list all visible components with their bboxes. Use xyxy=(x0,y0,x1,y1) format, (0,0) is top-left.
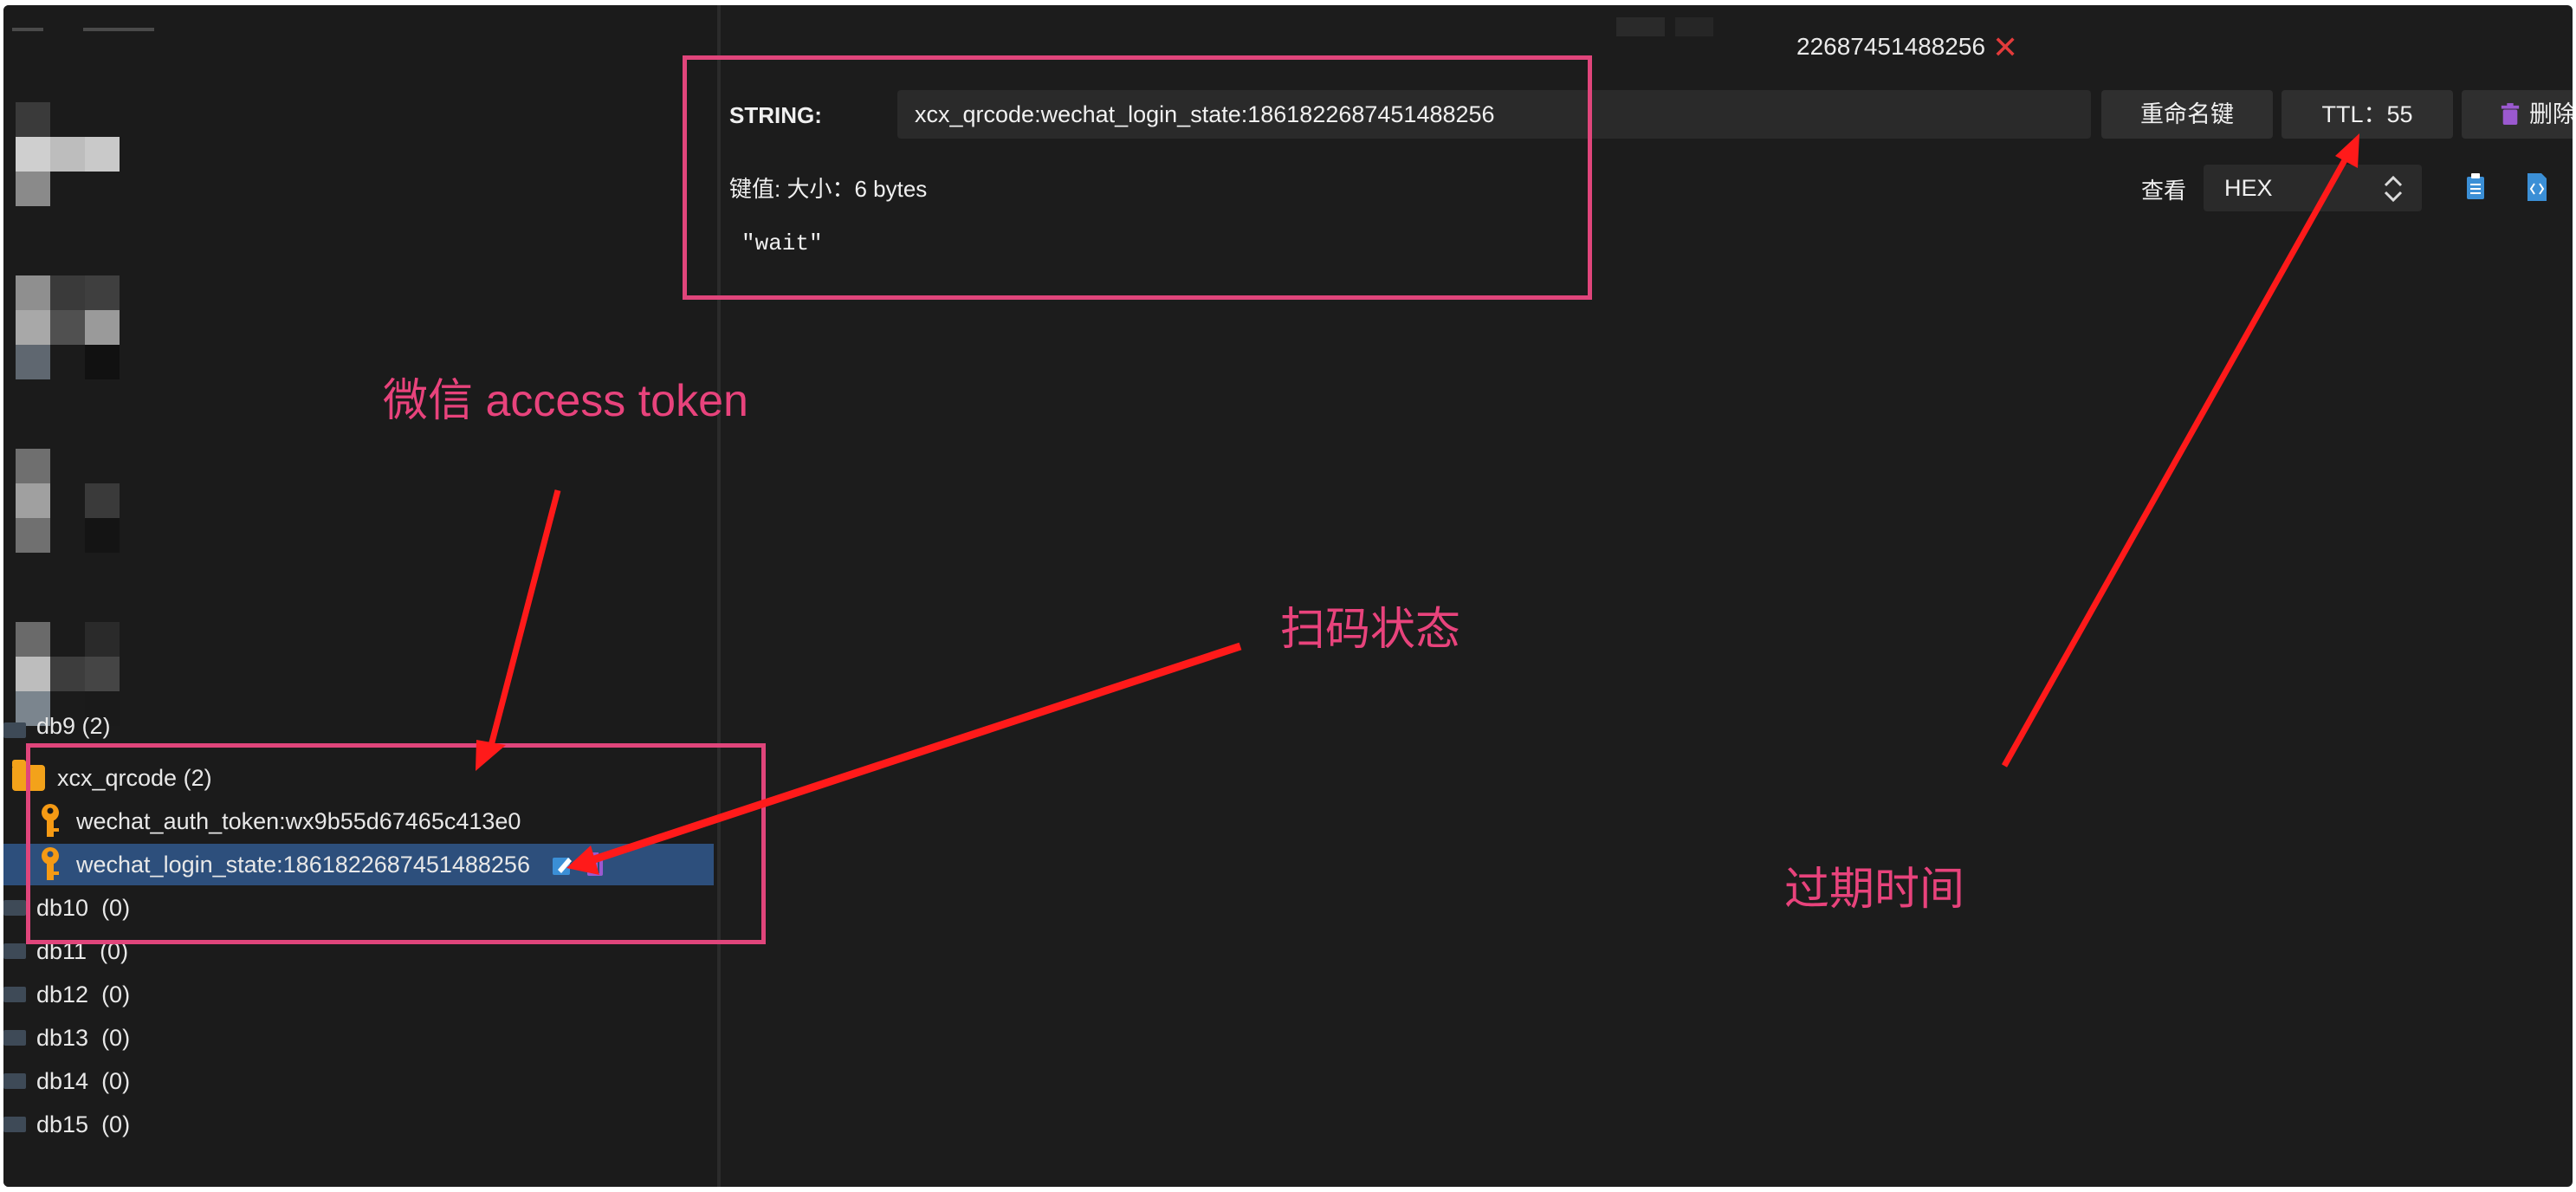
tree-db15[interactable]: db15 (0) xyxy=(3,1104,130,1145)
db-label: db9 (2) xyxy=(36,717,111,739)
db-label: db15 (0) xyxy=(36,1111,131,1137)
tree-db12[interactable]: db12 (0) xyxy=(3,974,130,1015)
delete-label: 删除 xyxy=(2529,101,2573,127)
code-icon[interactable] xyxy=(2524,172,2550,203)
highlight-box-keys xyxy=(26,743,766,944)
database-icon xyxy=(3,1117,26,1132)
database-icon xyxy=(3,943,26,959)
tab-fragment xyxy=(1675,17,1713,36)
active-tab[interactable]: 22687451488256 ✕ xyxy=(1796,29,2018,66)
delete-key-button[interactable]: 删除 xyxy=(2462,90,2573,139)
sidebar: db9 (2) xcx_qrcode (2) wechat_auth_token… xyxy=(3,5,721,1187)
tree-db9[interactable]: db9 (2) xyxy=(3,717,111,743)
database-icon xyxy=(3,1073,26,1089)
ttl-button[interactable]: TTL：55 xyxy=(2282,90,2453,139)
view-mode-value: HEX xyxy=(2224,175,2273,201)
tab-title: 22687451488256 xyxy=(1796,33,1986,60)
annotation-access-token: 微信 access token xyxy=(383,376,748,426)
db-label: db14 (0) xyxy=(36,1067,131,1094)
annotation-scan-state: 扫码状态 xyxy=(1280,605,1461,655)
database-icon xyxy=(3,987,26,1002)
database-icon xyxy=(3,1030,26,1046)
app-window: db9 (2) xcx_qrcode (2) wechat_auth_token… xyxy=(3,5,2573,1187)
chevron-updown-icon xyxy=(2384,175,2403,203)
annotation-expire-time: 过期时间 xyxy=(1784,865,1965,915)
sidebar-top-line xyxy=(83,28,154,31)
copy-icon[interactable] xyxy=(2463,172,2489,203)
tree-db14[interactable]: db14 (0) xyxy=(3,1060,130,1102)
close-icon[interactable]: ✕ xyxy=(1992,29,2018,65)
rename-key-button[interactable]: 重命名键 xyxy=(2101,90,2273,139)
db-label: db13 (0) xyxy=(36,1024,131,1051)
trash-icon xyxy=(2501,103,2520,125)
sidebar-top-line xyxy=(12,28,43,31)
view-label: 查看 xyxy=(2141,178,2187,204)
tab-fragment xyxy=(1616,17,1665,36)
database-icon xyxy=(3,900,26,916)
view-mode-select[interactable]: HEX xyxy=(2204,165,2422,211)
tree-db13[interactable]: db13 (0) xyxy=(3,1017,130,1059)
db-label: db12 (0) xyxy=(36,981,131,1007)
highlight-box-value-panel xyxy=(683,55,1592,300)
arrow-to-ttl xyxy=(2001,133,2359,768)
database-icon xyxy=(3,722,26,738)
